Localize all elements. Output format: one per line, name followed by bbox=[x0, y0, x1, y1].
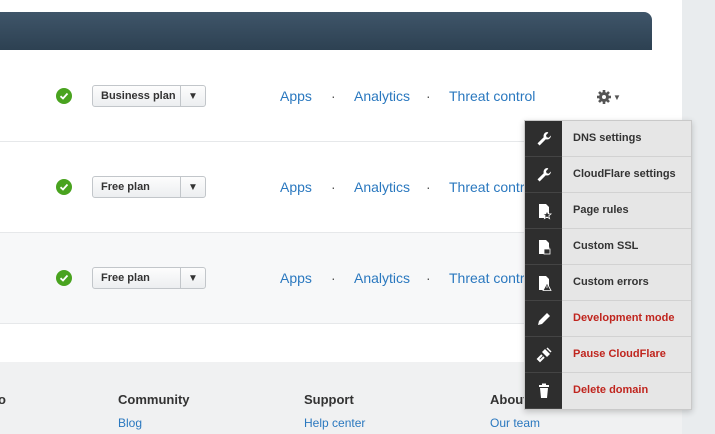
chevron-down-icon[interactable]: ▼ bbox=[180, 268, 205, 288]
wrench-icon bbox=[525, 157, 562, 193]
menu-item-development-mode[interactable]: Development mode bbox=[525, 301, 691, 337]
unplug-icon bbox=[525, 337, 562, 373]
plan-select-value: Free plan bbox=[101, 272, 150, 284]
analytics-link[interactable]: Analytics bbox=[354, 270, 410, 286]
chevron-down-icon: ▼ bbox=[613, 92, 621, 102]
footer-link-blog[interactable]: Blog bbox=[118, 416, 142, 430]
menu-item-label: Custom SSL bbox=[573, 240, 639, 252]
separator: · bbox=[331, 270, 336, 286]
footer-link-our-team[interactable]: Our team bbox=[490, 416, 540, 430]
footer-heading: o bbox=[0, 392, 6, 407]
menu-item-dns-settings[interactable]: DNS settings bbox=[525, 121, 691, 157]
threat-control-link[interactable]: Threat control bbox=[449, 88, 535, 104]
menu-item-label: CloudFlare settings bbox=[573, 168, 676, 180]
page-star-icon bbox=[525, 193, 562, 229]
separator: · bbox=[426, 179, 431, 195]
chevron-down-icon[interactable]: ▼ bbox=[180, 86, 205, 106]
menu-item-custom-errors[interactable]: Custom errors bbox=[525, 265, 691, 301]
separator: · bbox=[331, 88, 336, 104]
settings-gear-button[interactable]: ▼ bbox=[596, 89, 621, 105]
menu-item-pause-cloudflare[interactable]: Pause CloudFlare bbox=[525, 337, 691, 373]
status-active-icon bbox=[56, 179, 72, 195]
separator: · bbox=[331, 179, 336, 195]
analytics-link[interactable]: Analytics bbox=[354, 179, 410, 195]
page-warning-icon bbox=[525, 265, 562, 301]
wrench-icon bbox=[525, 121, 562, 157]
plan-select-value: Free plan bbox=[101, 181, 150, 193]
plan-select[interactable]: Free plan ▼ bbox=[92, 267, 206, 289]
menu-item-custom-ssl[interactable]: Custom SSL bbox=[525, 229, 691, 265]
gear-icon bbox=[597, 90, 611, 104]
status-active-icon bbox=[56, 270, 72, 286]
analytics-link[interactable]: Analytics bbox=[354, 88, 410, 104]
threat-control-link[interactable]: Threat control bbox=[449, 179, 535, 195]
pencil-icon bbox=[525, 301, 562, 337]
footer-heading-support: Support bbox=[304, 392, 354, 407]
plan-select-value: Business plan bbox=[101, 90, 176, 102]
footer-heading-community: Community bbox=[118, 392, 190, 407]
menu-item-label: Development mode bbox=[573, 312, 675, 324]
menu-item-label: Custom errors bbox=[573, 276, 649, 288]
menu-item-delete-domain[interactable]: Delete domain bbox=[525, 373, 691, 409]
footer-heading-about: About bbox=[490, 392, 528, 407]
threat-control-link[interactable]: Threat control bbox=[449, 270, 535, 286]
menu-item-label: Pause CloudFlare bbox=[573, 348, 666, 360]
domain-actions-menu: DNS settings CloudFlare settings Page ru… bbox=[524, 120, 692, 410]
footer-link-help-center[interactable]: Help center bbox=[304, 416, 365, 430]
chevron-down-icon[interactable]: ▼ bbox=[180, 177, 205, 197]
apps-link[interactable]: Apps bbox=[280, 179, 312, 195]
apps-link[interactable]: Apps bbox=[280, 270, 312, 286]
menu-item-label: Page rules bbox=[573, 204, 629, 216]
trash-icon bbox=[525, 373, 562, 409]
status-active-icon bbox=[56, 88, 72, 104]
plan-select[interactable]: Free plan ▼ bbox=[92, 176, 206, 198]
menu-item-page-rules[interactable]: Page rules bbox=[525, 193, 691, 229]
menu-item-cloudflare-settings[interactable]: CloudFlare settings bbox=[525, 157, 691, 193]
plan-select[interactable]: Business plan ▼ bbox=[92, 85, 206, 107]
separator: · bbox=[426, 270, 431, 286]
menu-item-label: Delete domain bbox=[573, 384, 649, 396]
menu-item-label: DNS settings bbox=[573, 132, 642, 144]
page-lock-icon bbox=[525, 229, 562, 265]
apps-link[interactable]: Apps bbox=[280, 88, 312, 104]
separator: · bbox=[426, 88, 431, 104]
table-header-bar bbox=[0, 12, 652, 50]
